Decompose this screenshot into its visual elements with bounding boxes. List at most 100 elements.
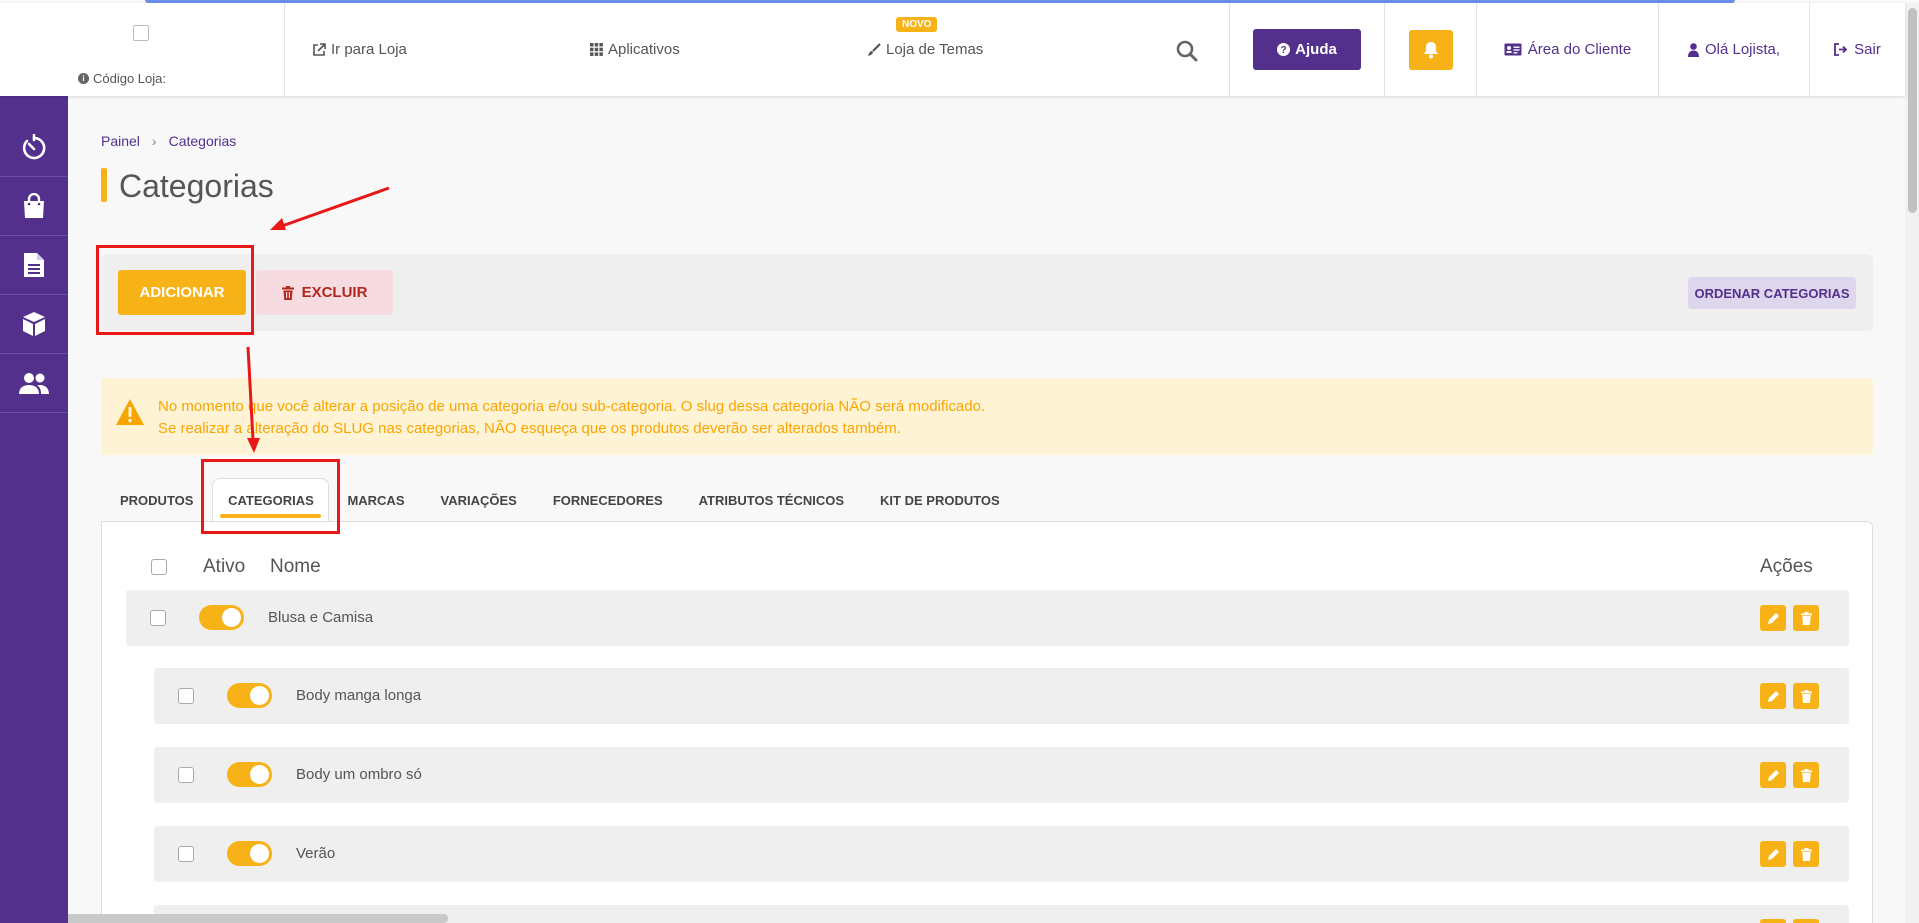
question-icon: ? bbox=[1277, 43, 1291, 56]
column-name: Nome bbox=[270, 556, 321, 577]
category-name: Blusa e Camisa bbox=[268, 609, 374, 626]
pencil-icon bbox=[1767, 848, 1779, 860]
user-menu[interactable]: Olá Lojista, bbox=[1659, 3, 1810, 96]
vertical-scroll-thumb[interactable] bbox=[1908, 8, 1917, 213]
apps-link[interactable]: Aplicativos bbox=[590, 41, 680, 58]
edit-button[interactable] bbox=[1760, 683, 1786, 709]
sidebar-item-customers[interactable] bbox=[0, 354, 68, 413]
annotation-arrow-1 bbox=[281, 186, 390, 228]
edit-button[interactable] bbox=[1760, 762, 1786, 788]
tab-produtos[interactable]: PRODUTOS bbox=[101, 478, 212, 522]
active-toggle[interactable] bbox=[227, 762, 272, 787]
users-icon bbox=[19, 373, 49, 394]
alert-text: No momento que você alterar a posição de… bbox=[158, 396, 985, 440]
top-header: i Código Loja: Ir para Loja Aplicativos … bbox=[0, 3, 1905, 96]
edit-button[interactable] bbox=[1760, 605, 1786, 631]
themes-link[interactable]: Loja de Temas bbox=[867, 41, 983, 58]
table-row: Body um ombro só bbox=[154, 747, 1849, 803]
svg-text:?: ? bbox=[1281, 45, 1287, 56]
page-title: Categorias bbox=[119, 168, 274, 204]
delete-row-button[interactable] bbox=[1793, 841, 1819, 867]
breadcrumb: Painel › Categorias bbox=[101, 133, 236, 149]
store-logo[interactable] bbox=[133, 25, 149, 41]
table-row: Body manga longa bbox=[154, 668, 1849, 724]
tab-atributos-tecnicos[interactable]: ATRIBUTOS TÉCNICOS bbox=[681, 478, 862, 522]
warning-icon bbox=[116, 399, 144, 425]
annotation-highlight-add bbox=[96, 245, 254, 335]
title-accent bbox=[101, 168, 107, 202]
column-active: Ativo bbox=[203, 556, 246, 577]
bell-icon bbox=[1423, 41, 1438, 58]
sidebar bbox=[0, 96, 68, 923]
header-nav: Ir para Loja Aplicativos NOVO Loja de Te… bbox=[285, 3, 1230, 96]
client-area-link[interactable]: Área do Cliente bbox=[1477, 3, 1659, 96]
external-link-icon bbox=[313, 42, 326, 56]
row-checkbox[interactable] bbox=[150, 610, 166, 626]
row-checkbox[interactable] bbox=[178, 767, 194, 783]
order-categories-button[interactable]: ORDENAR CATEGORIAS bbox=[1688, 277, 1856, 309]
store-link[interactable]: Ir para Loja bbox=[312, 41, 407, 58]
trash-icon bbox=[1800, 847, 1812, 861]
tab-fornecedores[interactable]: FORNECEDORES bbox=[535, 478, 681, 522]
trash-icon bbox=[1800, 689, 1812, 703]
active-toggle[interactable] bbox=[199, 605, 244, 630]
row-checkbox[interactable] bbox=[178, 846, 194, 862]
brush-icon bbox=[868, 42, 881, 56]
edit-button[interactable] bbox=[1760, 919, 1786, 923]
sidebar-item-dashboard[interactable] bbox=[0, 118, 68, 177]
annotation-highlight-tab bbox=[201, 459, 340, 534]
warning-alert: No momento que você alterar a posição de… bbox=[101, 378, 1873, 455]
breadcrumb-current[interactable]: Categorias bbox=[169, 133, 237, 149]
sidebar-item-content[interactable] bbox=[0, 236, 68, 295]
logo-area: i Código Loja: bbox=[0, 3, 285, 96]
id-card-icon bbox=[1504, 43, 1522, 56]
sign-out-icon bbox=[1834, 43, 1848, 56]
trash-icon bbox=[1800, 768, 1812, 782]
logout-link[interactable]: Sair bbox=[1810, 3, 1905, 96]
delete-row-button[interactable] bbox=[1793, 605, 1819, 631]
category-name: Body um ombro só bbox=[296, 766, 422, 783]
store-code-label: Código Loja: bbox=[93, 71, 166, 86]
search-icon[interactable] bbox=[1175, 39, 1199, 63]
annotation-arrow-1-head bbox=[270, 218, 286, 230]
select-all-checkbox[interactable] bbox=[151, 559, 167, 575]
delete-button[interactable]: EXCLUIR bbox=[256, 270, 393, 315]
active-toggle[interactable] bbox=[227, 683, 272, 708]
delete-row-button[interactable] bbox=[1793, 919, 1819, 923]
delete-row-button[interactable] bbox=[1793, 762, 1819, 788]
info-icon: i bbox=[78, 73, 89, 84]
shopping-bag-icon bbox=[24, 193, 44, 218]
breadcrumb-separator: › bbox=[151, 133, 157, 149]
tab-kit-de-produtos[interactable]: KIT DE PRODUTOS bbox=[862, 478, 1018, 522]
pencil-icon bbox=[1767, 769, 1779, 781]
box-icon bbox=[23, 312, 45, 336]
row-checkbox[interactable] bbox=[178, 688, 194, 704]
tab-variacoes[interactable]: VARIAÇÕES bbox=[423, 478, 535, 522]
edit-button[interactable] bbox=[1760, 841, 1786, 867]
notifications-button[interactable] bbox=[1408, 29, 1453, 70]
category-name: Verão bbox=[296, 845, 336, 862]
table-row: Blusa e Camisa bbox=[126, 590, 1849, 646]
vertical-scrollbar[interactable] bbox=[1905, 3, 1919, 923]
trash-icon bbox=[1800, 611, 1812, 625]
new-badge: NOVO bbox=[896, 17, 938, 32]
category-name: Body manga longa bbox=[296, 687, 422, 704]
alert-line-1: No momento que você alterar a posição de… bbox=[158, 398, 986, 415]
notifications-area bbox=[1385, 3, 1477, 96]
help-button[interactable]: ? Ajuda bbox=[1253, 29, 1361, 70]
breadcrumb-home[interactable]: Painel bbox=[101, 133, 140, 149]
delete-row-button[interactable] bbox=[1793, 683, 1819, 709]
store-code: i Código Loja: bbox=[78, 71, 166, 86]
user-icon bbox=[1687, 42, 1699, 57]
column-actions: Ações bbox=[1760, 556, 1813, 577]
sidebar-item-orders[interactable] bbox=[0, 177, 68, 236]
tab-marcas[interactable]: MARCAS bbox=[329, 478, 422, 522]
grid-icon bbox=[590, 43, 603, 56]
sidebar-item-products[interactable] bbox=[0, 295, 68, 354]
alert-line-2: Se realizar a alteração do SLUG nas cate… bbox=[158, 420, 901, 437]
pencil-icon bbox=[1767, 690, 1779, 702]
dashboard-icon bbox=[22, 134, 46, 160]
trash-icon bbox=[281, 285, 294, 300]
active-toggle[interactable] bbox=[227, 841, 272, 866]
document-icon bbox=[24, 253, 44, 277]
